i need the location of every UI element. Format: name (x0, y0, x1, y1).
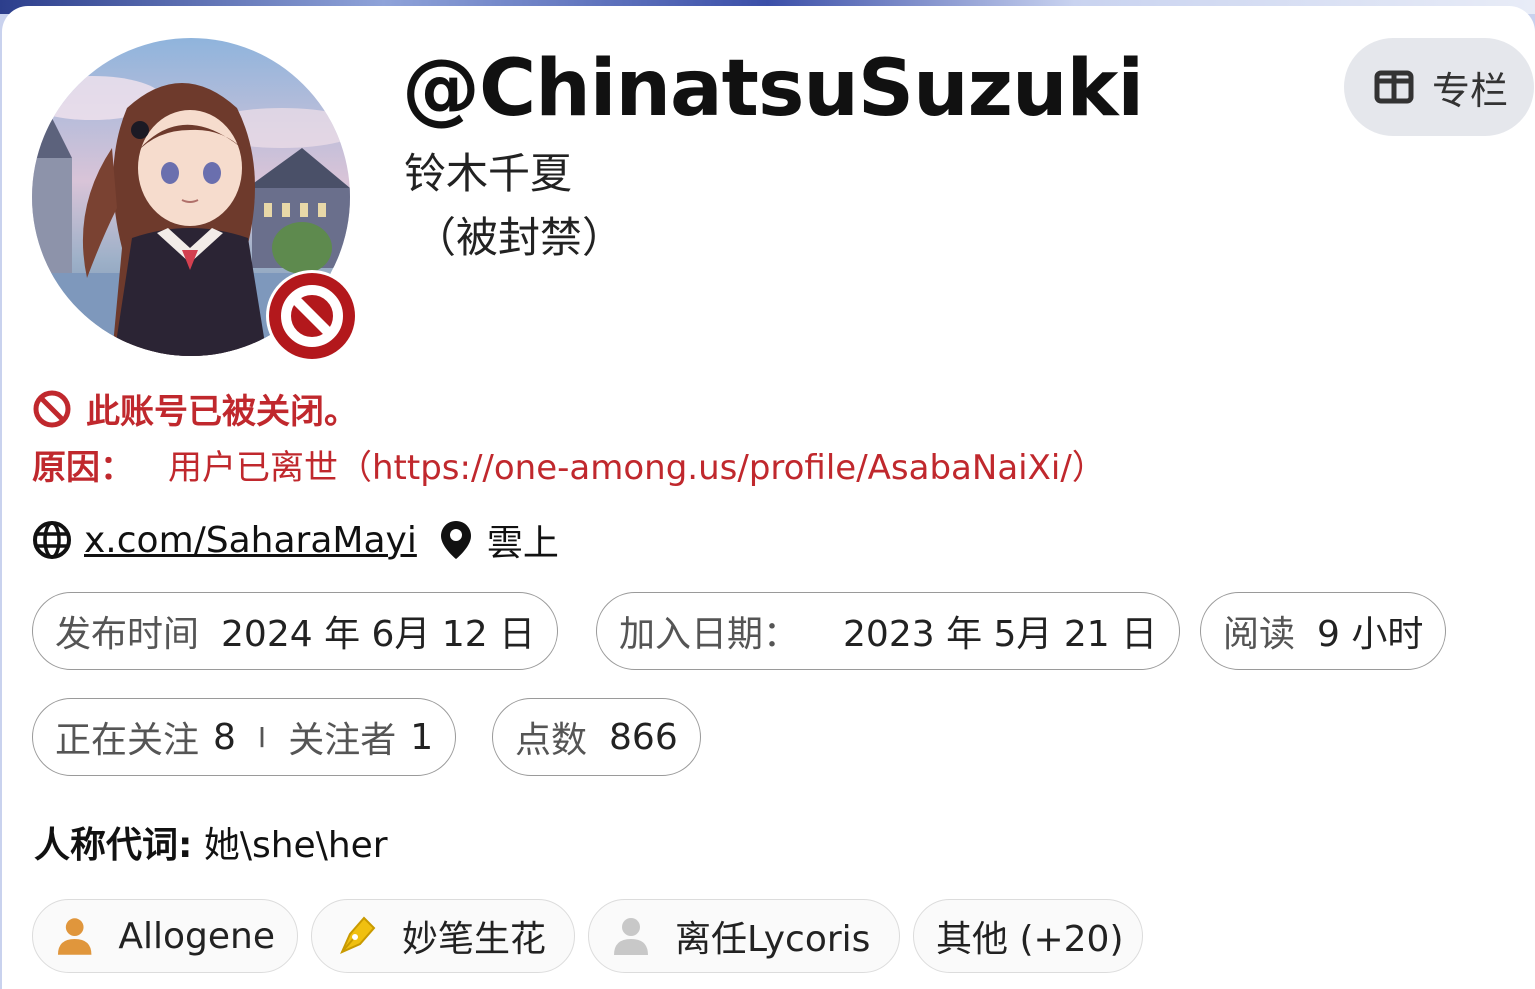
website-link[interactable]: x.com/SaharaMayi (84, 520, 417, 561)
joined-date-chip: 加入日期： 2023 年 5月 21 日 (596, 592, 1181, 670)
published-date-chip: 发布时间 2024 年 6月 12 日 (32, 592, 559, 670)
banned-badge-icon (266, 270, 358, 362)
following-label: 正在关注 (55, 720, 200, 761)
person-icon (614, 918, 648, 955)
points-value: 866 (609, 716, 678, 758)
pronouns: 人称代词: 她\she\her (34, 816, 388, 868)
display-name: 铃木千夏 (404, 149, 573, 198)
tag-label: 妙笔生花 (402, 919, 547, 960)
person-icon (57, 918, 92, 955)
tag-label: Allogene (118, 915, 275, 957)
tag-label: 离任Lycoris (675, 919, 871, 960)
reading-value: 9 小时 (1317, 614, 1424, 655)
pronouns-label: 人称代词: (34, 825, 193, 866)
avatar-container (32, 36, 362, 366)
follow-stats-chip[interactable]: 正在关注 8 I 关注者 1 (32, 698, 457, 776)
tag-more[interactable]: 其他 (+20) (913, 899, 1143, 973)
location-text: 雲上 (486, 523, 559, 564)
reason-text[interactable]: 用户已离世（https://one-among.us/profile/Asaba… (168, 448, 1106, 488)
joined-label: 加入日期： (619, 614, 800, 655)
profile-card: @ChinatsuSuzuki 铃木千夏 （被封禁） 专栏 此账号已被关闭。 原… (2, 6, 1535, 989)
reading-label: 阅读 (1223, 614, 1296, 655)
followers-value: 1 (410, 716, 434, 758)
pronouns-value: 她\she\her (203, 825, 388, 866)
pen-nib-icon (340, 916, 376, 954)
columns-icon (1374, 70, 1414, 104)
closure-reason: 原因： 用户已离世（https://one-among.us/profile/As… (32, 440, 1106, 489)
column-button-label: 专栏 (1432, 68, 1509, 113)
followers-label: 关注者 (288, 720, 397, 761)
banned-note: （被封禁） (414, 213, 625, 262)
account-closed-message: 此账号已被关闭。 (32, 384, 358, 433)
profile-links: x.com/SaharaMayi 雲上 (32, 514, 559, 566)
published-value: 2024 年 6月 12 日 (221, 614, 536, 655)
tag-lycoris[interactable]: 离任Lycoris (588, 899, 900, 973)
reading-time-chip: 阅读 9 小时 (1200, 592, 1447, 670)
points-chip: 点数 866 (492, 698, 701, 776)
column-button[interactable]: 专栏 (1344, 38, 1534, 136)
follow-separator: I (257, 720, 267, 754)
globe-icon (33, 521, 71, 559)
points-label: 点数 (515, 720, 588, 761)
ban-icon (33, 390, 71, 427)
joined-value: 2023 年 5月 21 日 (843, 614, 1158, 655)
tag-allogene[interactable]: Allogene (32, 899, 298, 973)
closed-message-text: 此账号已被关闭。 (86, 392, 358, 432)
tag-writer[interactable]: 妙笔生花 (311, 899, 575, 973)
reason-label: 原因： (32, 448, 134, 488)
location-pin-icon (440, 521, 471, 559)
profile-handle: @ChinatsuSuzuki (402, 44, 1144, 134)
published-label: 发布时间 (55, 614, 200, 655)
tag-label: 其他 (+20) (936, 919, 1124, 960)
following-value: 8 (213, 716, 236, 758)
